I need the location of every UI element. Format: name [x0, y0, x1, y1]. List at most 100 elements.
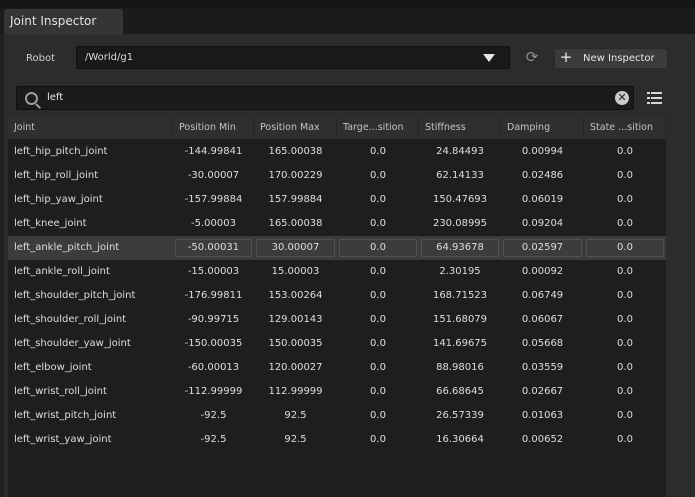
value-cell[interactable]: 153.00264: [254, 284, 337, 308]
value-cell[interactable]: 64.93678: [419, 236, 501, 260]
value-cell[interactable]: 0.09204: [501, 212, 584, 236]
value-cell[interactable]: 0.02597: [501, 236, 584, 260]
value-cell[interactable]: 141.69675: [419, 332, 501, 356]
value-cell[interactable]: 150.00035: [254, 332, 337, 356]
column-header[interactable]: Damping: [501, 117, 584, 139]
value-cell[interactable]: 0.0: [337, 356, 419, 380]
column-header[interactable]: State ...sition: [584, 117, 666, 139]
value-cell[interactable]: 0.0: [584, 260, 666, 284]
value-cell[interactable]: 230.08995: [419, 212, 501, 236]
search-input[interactable]: left: [47, 87, 63, 109]
value-cell[interactable]: 0.0: [584, 428, 666, 452]
value-cell[interactable]: 120.00027: [254, 356, 337, 380]
value-cell[interactable]: -157.99884: [173, 188, 254, 212]
value-cell[interactable]: 0.0: [337, 260, 419, 284]
new-inspector-button[interactable]: + New Inspector: [554, 48, 668, 69]
value-cell[interactable]: 129.00143: [254, 308, 337, 332]
tab-joint-inspector[interactable]: Joint Inspector: [4, 9, 123, 34]
value-cell[interactable]: 16.30664: [419, 428, 501, 452]
value-cell[interactable]: -92.5: [173, 404, 254, 428]
value-cell[interactable]: 0.05668: [501, 332, 584, 356]
column-header[interactable]: Position Min: [173, 117, 254, 139]
value-cell[interactable]: 0.0: [584, 332, 666, 356]
value-cell[interactable]: 0.0: [584, 164, 666, 188]
value-cell[interactable]: 26.57339: [419, 404, 501, 428]
value-cell[interactable]: 0.0: [337, 332, 419, 356]
value-cell[interactable]: -92.5: [173, 428, 254, 452]
table-row[interactable]: left_wrist_pitch_joint -92.5 92.5 0.0 26.573…: [8, 404, 666, 428]
table-row[interactable]: left_hip_yaw_joint -157.99884 157.99884 0.0…: [8, 188, 666, 212]
table-row[interactable]: left_elbow_joint -60.00013 120.00027 0.0 88.…: [8, 356, 666, 380]
value-cell[interactable]: 0.0: [584, 140, 666, 164]
table-row[interactable]: left_hip_roll_joint -30.00007 170.00229 0.0…: [8, 164, 666, 188]
value-cell[interactable]: 150.47693: [419, 188, 501, 212]
value-cell[interactable]: 0.0: [337, 164, 419, 188]
column-header[interactable]: Stiffness: [419, 117, 501, 139]
value-cell[interactable]: 62.14133: [419, 164, 501, 188]
chevron-down-icon[interactable]: [483, 54, 495, 62]
value-cell[interactable]: 0.01063: [501, 404, 584, 428]
value-cell[interactable]: 0.00994: [501, 140, 584, 164]
value-cell[interactable]: 0.0: [584, 308, 666, 332]
value-cell[interactable]: 0.02486: [501, 164, 584, 188]
value-cell[interactable]: 0.06067: [501, 308, 584, 332]
column-header[interactable]: Position Max: [254, 117, 337, 139]
value-cell[interactable]: 15.00003: [254, 260, 337, 284]
value-cell[interactable]: 0.00092: [501, 260, 584, 284]
table-row[interactable]: left_ankle_pitch_joint -50.00031 30.00007 0…: [8, 236, 666, 260]
value-cell[interactable]: 0.0: [337, 140, 419, 164]
value-cell[interactable]: 0.03559: [501, 356, 584, 380]
value-cell[interactable]: 0.0: [337, 212, 419, 236]
column-header[interactable]: Joint: [8, 117, 173, 139]
value-cell[interactable]: 0.0: [337, 188, 419, 212]
clear-icon[interactable]: ✕: [615, 91, 629, 105]
value-cell[interactable]: 0.0: [584, 404, 666, 428]
value-cell[interactable]: 0.06019: [501, 188, 584, 212]
search-bar[interactable]: left ✕: [16, 86, 634, 110]
value-cell[interactable]: 168.71523: [419, 284, 501, 308]
refresh-icon[interactable]: ⟳: [523, 48, 541, 66]
table-row[interactable]: left_wrist_roll_joint -112.99999 112.99999…: [8, 380, 666, 404]
table-row[interactable]: left_wrist_yaw_joint -92.5 92.5 0.0 16.30664…: [8, 428, 666, 452]
table-row[interactable]: left_knee_joint -5.00003 165.00038 0.0 230.0…: [8, 212, 666, 236]
value-cell[interactable]: 151.68079: [419, 308, 501, 332]
value-cell[interactable]: 0.0: [584, 212, 666, 236]
table-row[interactable]: left_shoulder_roll_joint -90.99715 129.001…: [8, 308, 666, 332]
value-cell[interactable]: -112.99999: [173, 380, 254, 404]
value-cell[interactable]: 30.00007: [254, 236, 337, 260]
value-cell[interactable]: 0.02667: [501, 380, 584, 404]
value-cell[interactable]: 0.0: [337, 404, 419, 428]
value-cell[interactable]: 92.5: [254, 404, 337, 428]
table-row[interactable]: left_ankle_roll_joint -15.00003 15.00003 0.…: [8, 260, 666, 284]
column-header[interactable]: Targe...sition: [337, 117, 419, 139]
list-view-icon[interactable]: [647, 92, 662, 104]
value-cell[interactable]: -5.00003: [173, 212, 254, 236]
value-cell[interactable]: 66.68645: [419, 380, 501, 404]
value-cell[interactable]: 0.0: [584, 236, 666, 260]
value-cell[interactable]: 24.84493: [419, 140, 501, 164]
value-cell[interactable]: 165.00038: [254, 212, 337, 236]
table-row[interactable]: left_shoulder_yaw_joint -150.00035 150.000…: [8, 332, 666, 356]
value-cell[interactable]: 0.00652: [501, 428, 584, 452]
value-cell[interactable]: -30.00007: [173, 164, 254, 188]
value-cell[interactable]: 0.0: [584, 356, 666, 380]
robot-select[interactable]: /World/g1: [76, 46, 510, 69]
value-cell[interactable]: 157.99884: [254, 188, 337, 212]
value-cell[interactable]: -176.99811: [173, 284, 254, 308]
value-cell[interactable]: 2.30195: [419, 260, 501, 284]
value-cell[interactable]: 88.98016: [419, 356, 501, 380]
value-cell[interactable]: -50.00031: [173, 236, 254, 260]
value-cell[interactable]: 0.0: [337, 284, 419, 308]
value-cell[interactable]: 92.5: [254, 428, 337, 452]
value-cell[interactable]: 0.0: [584, 188, 666, 212]
value-cell[interactable]: 0.06749: [501, 284, 584, 308]
value-cell[interactable]: 0.0: [337, 428, 419, 452]
value-cell[interactable]: 0.0: [584, 284, 666, 308]
value-cell[interactable]: 0.0: [584, 380, 666, 404]
value-cell[interactable]: -144.99841: [173, 140, 254, 164]
value-cell[interactable]: -15.00003: [173, 260, 254, 284]
value-cell[interactable]: 170.00229: [254, 164, 337, 188]
table-row[interactable]: left_hip_pitch_joint -144.99841 165.00038 0…: [8, 140, 666, 164]
value-cell[interactable]: 112.99999: [254, 380, 337, 404]
value-cell[interactable]: -60.00013: [173, 356, 254, 380]
